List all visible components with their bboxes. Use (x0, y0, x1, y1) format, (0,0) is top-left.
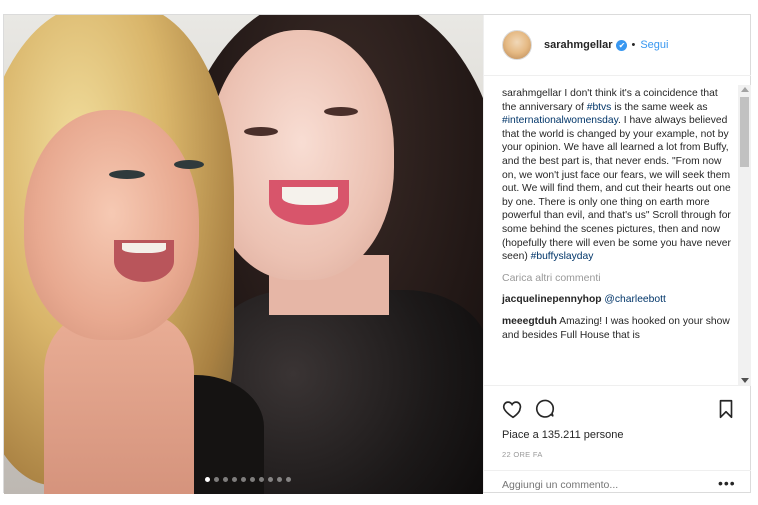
comment-icon[interactable] (534, 398, 556, 420)
carousel-dot (286, 477, 291, 482)
scroll-down-icon[interactable] (741, 378, 749, 383)
carousel-dot (223, 477, 228, 482)
carousel-dot (250, 477, 255, 482)
scroll-thumb[interactable] (740, 97, 749, 167)
add-comment-input[interactable] (502, 479, 692, 491)
more-options-icon[interactable]: ••• (718, 475, 736, 491)
carousel-dot (277, 477, 282, 482)
carousel-dot (205, 477, 210, 482)
add-comment-bar: ••• (484, 470, 751, 494)
carousel-dot (259, 477, 264, 482)
likes-count[interactable]: Piace a 135.211 persone (502, 429, 624, 441)
caption-text: is the same week as (611, 101, 708, 113)
avatar[interactable] (502, 30, 532, 60)
caption-text: . I have always believed that the world … (502, 115, 731, 263)
bookmark-icon[interactable] (715, 398, 737, 420)
carousel-dot (232, 477, 237, 482)
caption: sarahmgellar I don't think it's a coinci… (502, 87, 734, 264)
carousel-dot (241, 477, 246, 482)
hashtag-link[interactable]: #buffyslayday (531, 251, 594, 262)
author-username[interactable]: sarahmgellar (544, 39, 612, 51)
post-photo[interactable] (4, 15, 483, 494)
post-side-panel: sarahmgellar ✔ • Segui sarahmgellar I do… (483, 15, 751, 492)
carousel-dot (214, 477, 219, 482)
carousel-indicator (205, 477, 291, 482)
carousel-dot (268, 477, 273, 482)
scroll-up-icon[interactable] (741, 87, 749, 92)
post-timestamp[interactable]: 22 ORE FA (502, 450, 543, 459)
comment-username[interactable]: meeegtduh (502, 316, 557, 327)
comment-item: jacquelinepennyhop @charleebott (502, 293, 734, 307)
comment-text: @charleebott (601, 294, 666, 306)
caption-username[interactable]: sarahmgellar (502, 88, 562, 99)
comments-list: sarahmgellar I don't think it's a coinci… (484, 77, 740, 385)
post-header: sarahmgellar ✔ • Segui (484, 15, 751, 76)
comment-item: meeegtduh Amazing! I was hooked on your … (502, 315, 734, 342)
instagram-post-window: sarahmgellar ✔ • Segui sarahmgellar I do… (0, 0, 758, 505)
hashtag-link[interactable]: #internationalwomensday (502, 115, 618, 126)
heart-icon[interactable] (502, 398, 524, 420)
post-actions: Piace a 135.211 persone 22 ORE FA ••• (484, 385, 751, 491)
follow-button[interactable]: Segui (640, 39, 668, 51)
header-separator: • (631, 39, 636, 51)
comments-scrollbar[interactable] (738, 85, 751, 385)
load-more-comments[interactable]: Carica altri commenti (502, 272, 734, 286)
verified-badge-icon: ✔ (616, 39, 628, 51)
post-card: sarahmgellar ✔ • Segui sarahmgellar I do… (3, 14, 751, 494)
hashtag-link[interactable]: #btvs (587, 102, 612, 113)
comment-username[interactable]: jacquelinepennyhop (502, 294, 602, 305)
